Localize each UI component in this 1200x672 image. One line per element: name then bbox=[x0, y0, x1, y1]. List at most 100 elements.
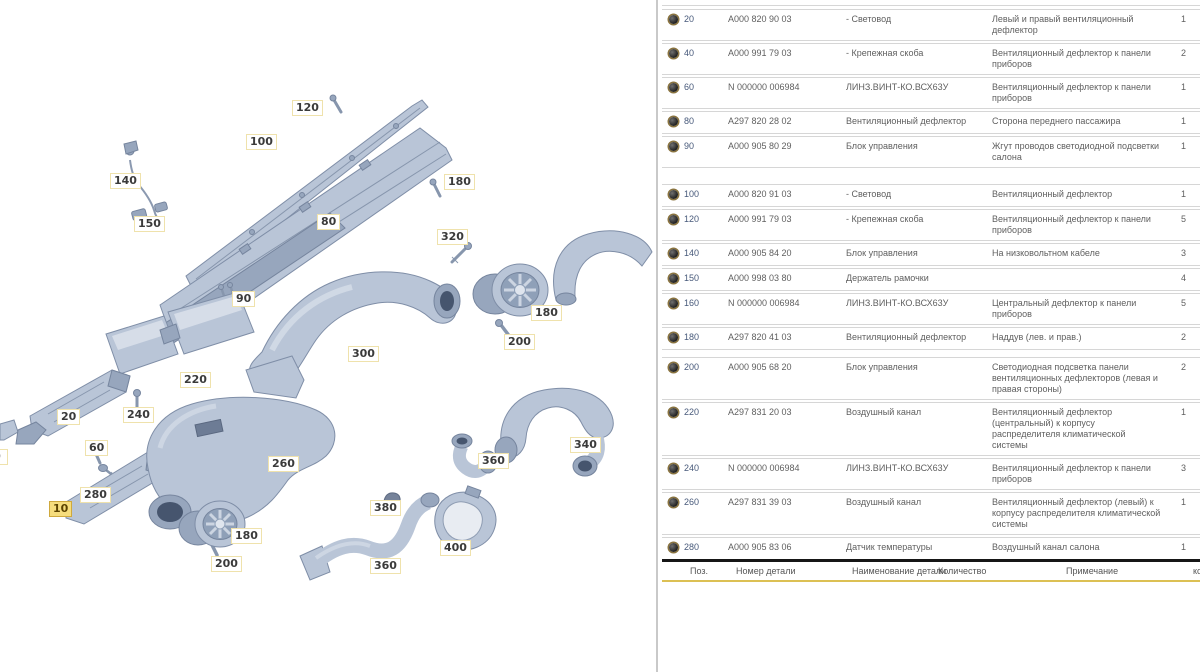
table-row-140[interactable]: 140 A000 905 84 20 Блок управления На ни… bbox=[662, 243, 1200, 266]
row-remark: Левый и правый вентиляционный дефлектор bbox=[992, 14, 1162, 36]
row-part-number: A297 831 39 03 bbox=[728, 497, 846, 508]
row-name: - Световод bbox=[846, 14, 992, 25]
row-position: 100 bbox=[684, 189, 728, 199]
part-callout-100[interactable]: 100 bbox=[246, 134, 277, 150]
part-callout-20[interactable]: 20 bbox=[57, 409, 80, 425]
part-callout-400[interactable]: 400 bbox=[440, 540, 471, 556]
table-row-200[interactable]: 200 A000 905 68 20 Блок управления Свето… bbox=[662, 357, 1200, 400]
row-quantity: 4 bbox=[1162, 273, 1200, 283]
table-header-row: Поз. Номер детали Наименование детали Ко… bbox=[662, 564, 1200, 580]
part-bracket-upper-left[interactable] bbox=[30, 370, 130, 436]
part-callout-80[interactable]: 80 bbox=[317, 214, 340, 230]
part-marker-icon[interactable] bbox=[669, 15, 678, 24]
row-position: 240 bbox=[684, 463, 728, 473]
row-position: 60 bbox=[684, 82, 728, 92]
part-marker-icon[interactable] bbox=[669, 83, 678, 92]
part-callout-240[interactable]: 240 bbox=[123, 407, 154, 423]
part-callout-140[interactable]: 140 bbox=[110, 173, 141, 189]
part-callout-180-a[interactable]: 180 bbox=[444, 174, 475, 190]
part-callout-180-c[interactable]: 180 bbox=[231, 528, 262, 544]
part-right-air-duct[interactable] bbox=[495, 388, 613, 476]
row-name: Вентиляционный дефлектор bbox=[846, 332, 992, 343]
part-callout-180-b[interactable]: 180 bbox=[531, 305, 562, 321]
part-marker-icon[interactable] bbox=[669, 363, 678, 372]
part-marker-icon[interactable] bbox=[669, 498, 678, 507]
table-row-100[interactable]: 100 A000 820 91 03 - Световод Вентиляцио… bbox=[662, 184, 1200, 207]
part-marker-icon[interactable] bbox=[669, 215, 678, 224]
table-row-160[interactable]: 160 N 000000 006984 ЛИНЗ.ВИНТ-КО.ВСХ63У … bbox=[662, 293, 1200, 325]
table-row-220[interactable]: 220 A297 831 20 03 Воздушный канал Венти… bbox=[662, 402, 1200, 456]
part-marker-icon[interactable] bbox=[669, 249, 678, 258]
row-remark: Вентиляционный дефлектор к панели прибор… bbox=[992, 214, 1162, 236]
part-marker-icon[interactable] bbox=[669, 274, 678, 283]
row-remark: Вентиляционный дефлектор (левый) к корпу… bbox=[992, 497, 1162, 530]
table-row-40[interactable]: 40 A000 991 79 03 - Крепежная скоба Вент… bbox=[662, 43, 1200, 75]
part-marker-icon[interactable] bbox=[669, 49, 678, 58]
row-position: 180 bbox=[684, 332, 728, 342]
row-part-number: N 000000 006984 bbox=[728, 463, 846, 474]
part-callout-360-a[interactable]: 360 bbox=[478, 453, 509, 469]
part-marker-icon[interactable] bbox=[669, 464, 678, 473]
row-position: 40 bbox=[684, 48, 728, 58]
part-marker-icon[interactable] bbox=[669, 117, 678, 126]
row-quantity: 3 bbox=[1162, 463, 1200, 473]
row-position: 90 bbox=[684, 141, 728, 151]
part-callout-edge-partial[interactable]: 0 bbox=[0, 449, 8, 465]
part-callout-200-b[interactable]: 200 bbox=[211, 556, 242, 572]
part-callout-150[interactable]: 150 bbox=[134, 216, 165, 232]
part-center-air-duct[interactable] bbox=[246, 272, 460, 398]
part-callout-90[interactable]: 90 bbox=[232, 291, 255, 307]
part-callout-380[interactable]: 380 bbox=[370, 500, 401, 516]
part-callout-340[interactable]: 340 bbox=[570, 437, 601, 453]
row-name: Блок управления bbox=[846, 362, 992, 373]
table-row-90[interactable]: 90 A000 905 80 29 Блок управления Жгут п… bbox=[662, 136, 1200, 168]
table-row-20[interactable]: 20 A000 820 90 03 - Световод Левый и пра… bbox=[662, 9, 1200, 41]
row-name: ЛИНЗ.ВИНТ-КО.ВСХ63У bbox=[846, 82, 992, 93]
row-remark: На низковольтном кабеле bbox=[992, 248, 1162, 259]
part-heater-housing[interactable] bbox=[147, 397, 335, 529]
table-row-180[interactable]: 180 A297 820 41 03 Вентиляционный дефлек… bbox=[662, 327, 1200, 350]
row-remark: Светодиодная подсветка панели вентиляцио… bbox=[992, 362, 1162, 395]
row-quantity: 1 bbox=[1162, 141, 1200, 151]
part-callout-200-a[interactable]: 200 bbox=[504, 334, 535, 350]
table-row-60[interactable]: 60 N 000000 006984 ЛИНЗ.ВИНТ-КО.ВСХ63У В… bbox=[662, 77, 1200, 109]
row-quantity: 1 bbox=[1162, 497, 1200, 507]
part-marker-icon[interactable] bbox=[669, 408, 678, 417]
group-gap bbox=[662, 170, 1200, 184]
header-qty-right-clipped: кол. bbox=[1193, 566, 1200, 576]
table-row-260[interactable]: 260 A297 831 39 03 Воздушный канал Венти… bbox=[662, 492, 1200, 535]
table-row-150[interactable]: 150 A000 998 03 80 Держатель рамочки 4 bbox=[662, 268, 1200, 291]
part-marker-icon[interactable] bbox=[669, 333, 678, 342]
part-callout-260[interactable]: 260 bbox=[268, 456, 299, 472]
table-row-240[interactable]: 240 N 000000 006984 ЛИНЗ.ВИНТ-КО.ВСХ63У … bbox=[662, 458, 1200, 490]
part-callout-300[interactable]: 300 bbox=[348, 346, 379, 362]
row-part-number: A000 905 83 06 bbox=[728, 542, 846, 553]
part-callout-10-selected[interactable]: 10 bbox=[49, 501, 72, 517]
screw-320-icon[interactable] bbox=[452, 243, 472, 264]
table-row-280[interactable]: 280 A000 905 83 06 Датчик температуры Во… bbox=[662, 537, 1200, 559]
part-marker-icon[interactable] bbox=[669, 543, 678, 552]
table-row-120[interactable]: 120 A000 991 79 03 - Крепежная скоба Вен… bbox=[662, 209, 1200, 241]
row-remark: Вентиляционный дефлектор к панели прибор… bbox=[992, 82, 1162, 104]
row-remark: Жгут проводов светодиодной подсветки сал… bbox=[992, 141, 1162, 163]
screw-120-icon[interactable] bbox=[330, 95, 341, 112]
part-callout-320[interactable]: 320 bbox=[437, 229, 468, 245]
row-name: - Световод bbox=[846, 189, 992, 200]
row-name: Воздушный канал bbox=[846, 497, 992, 508]
part-side-duct-top-right[interactable] bbox=[554, 231, 652, 305]
part-marker-icon[interactable] bbox=[669, 190, 678, 199]
row-remark: Вентиляционный дефлектор bbox=[992, 189, 1162, 200]
part-callout-120[interactable]: 120 bbox=[292, 100, 323, 116]
part-callout-60[interactable]: 60 bbox=[85, 440, 108, 456]
parts-drawing bbox=[0, 0, 656, 672]
part-callout-220[interactable]: 220 bbox=[180, 372, 211, 388]
part-marker-icon[interactable] bbox=[669, 142, 678, 151]
table-row-80[interactable]: 80 A297 820 28 02 Вентиляционный дефлект… bbox=[662, 111, 1200, 134]
row-part-number: A000 905 68 20 bbox=[728, 362, 846, 373]
part-marker-icon[interactable] bbox=[669, 299, 678, 308]
screw-180-top-icon[interactable] bbox=[430, 179, 440, 196]
part-callout-360-b[interactable]: 360 bbox=[370, 558, 401, 574]
row-name: ЛИНЗ.ВИНТ-КО.ВСХ63У bbox=[846, 463, 992, 474]
part-callout-280[interactable]: 280 bbox=[80, 487, 111, 503]
header-name: Наименование детали bbox=[852, 566, 946, 576]
